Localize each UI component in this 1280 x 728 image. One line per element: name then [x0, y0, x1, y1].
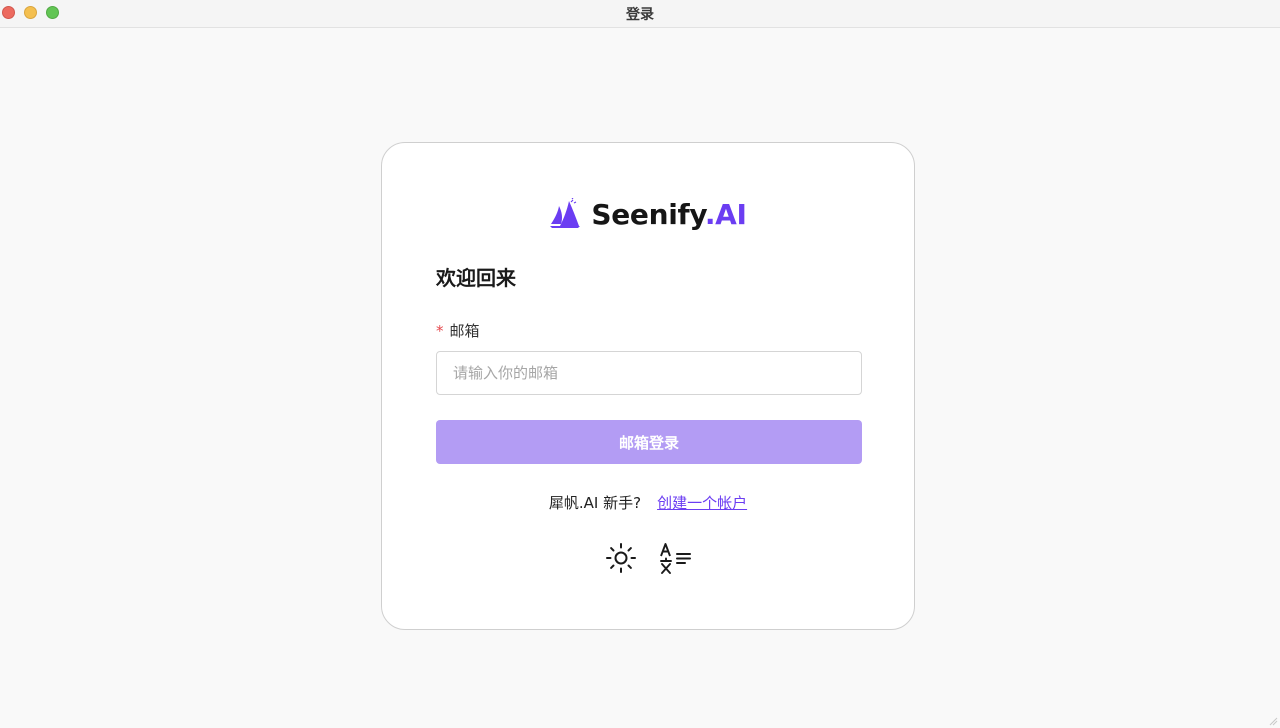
- email-login-button[interactable]: 邮箱登录: [436, 420, 862, 464]
- translate-icon: [660, 543, 691, 574]
- resize-grip-icon[interactable]: [1268, 716, 1278, 726]
- sun-icon: [606, 543, 636, 573]
- email-label-text: 邮箱: [449, 322, 480, 340]
- required-marker: *: [436, 322, 444, 340]
- sailboat-logo-icon: [550, 198, 581, 228]
- signup-row: 犀帆.AI 新手? 创建一个帐户: [382, 492, 914, 513]
- window-titlebar: 登录: [0, 0, 1280, 28]
- preferences-toolbar: [382, 541, 914, 575]
- language-switch-button[interactable]: [658, 541, 692, 575]
- create-account-link[interactable]: 创建一个帐户: [657, 494, 747, 512]
- brand-name: Seenify.AI: [591, 197, 747, 231]
- email-field-label: * 邮箱: [436, 320, 480, 341]
- theme-toggle-button[interactable]: [604, 541, 638, 575]
- signup-prompt: 犀帆.AI 新手?: [548, 494, 642, 512]
- email-field[interactable]: [436, 351, 862, 395]
- brand-name-main: Seenify: [591, 197, 705, 231]
- page-title: 欢迎回来: [436, 266, 516, 290]
- brand-logo-lockup: Seenify.AI: [382, 196, 914, 232]
- login-card: Seenify.AI 欢迎回来 * 邮箱 邮箱登录 犀帆.AI 新手? 创建一个帐户: [381, 142, 915, 630]
- brand-name-accent: .AI: [704, 197, 747, 231]
- window-title: 登录: [626, 7, 654, 23]
